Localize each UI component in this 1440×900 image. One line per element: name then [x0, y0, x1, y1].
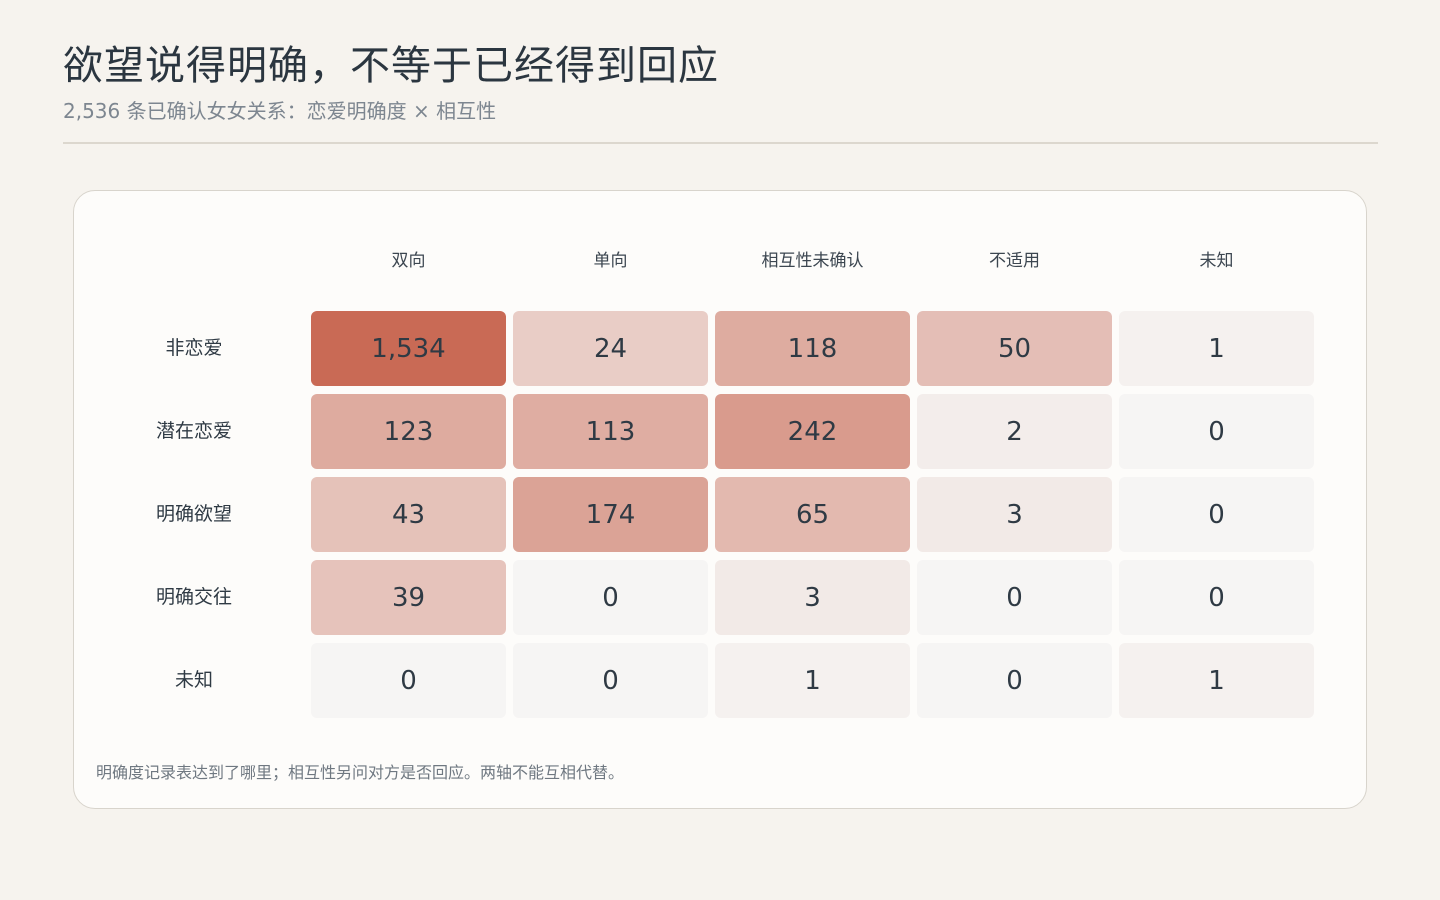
cell-value-label: 43 — [392, 500, 425, 530]
header: 欲望说得明确，不等于已经得到回应 2,536 条已确认女女关系：恋爱明确度 × … — [63, 38, 1378, 126]
column-label: 未知 — [1200, 251, 1234, 271]
cell-value-label: 0 — [1006, 666, 1023, 696]
cell-value-label: 24 — [594, 334, 627, 364]
column-label: 单向 — [594, 251, 628, 271]
header-divider — [63, 142, 1378, 144]
page-subtitle: 2,536 条已确认女女关系：恋爱明确度 × 相互性 — [63, 99, 497, 123]
cell-value-label: 3 — [1006, 500, 1023, 530]
cell-value-label: 174 — [586, 500, 636, 530]
cell-value-label: 65 — [796, 500, 829, 530]
cell-value-label: 113 — [586, 417, 636, 447]
row-label: 潜在恋爱 — [156, 420, 232, 442]
cell-value-label: 1 — [1208, 334, 1225, 364]
row-label: 非恋爱 — [165, 337, 222, 359]
row-label: 未知 — [175, 669, 213, 691]
cell-value-label: 0 — [400, 666, 417, 696]
column-label: 双向 — [392, 251, 426, 271]
cell-value-label: 1 — [1208, 666, 1225, 696]
cell-value-label: 1,534 — [371, 334, 445, 364]
chart-card: 双向 单向 相互性未确认 不适用 未知 非恋爱 1,534 24 118 50 1 潜在恋爱 123 11… — [73, 190, 1367, 809]
cell-value-label: 123 — [384, 417, 434, 447]
heatmap-chart: 双向 单向 相互性未确认 不适用 未知非恋爱 1,534 24 118 50 1潜在恋爱 123 11… — [156, 251, 1314, 718]
cell-value-label: 0 — [1208, 417, 1225, 447]
cell-value-label: 118 — [788, 334, 838, 364]
cell-value-label: 0 — [602, 583, 619, 613]
cell-value-label: 0 — [1006, 583, 1023, 613]
cell-value-label: 39 — [392, 583, 425, 613]
cell-value-label: 0 — [1208, 583, 1225, 613]
cell-value-label: 0 — [1208, 500, 1225, 530]
chart-footnote: 明确度记录表达到了哪里；相互性另问对方是否回应。两轴不能互相代替。 — [96, 763, 625, 782]
row-label: 明确交往 — [156, 586, 232, 608]
cell-value-label: 3 — [804, 583, 821, 613]
cell-value-label: 0 — [602, 666, 619, 696]
page-title: 欲望说得明确，不等于已经得到回应 — [63, 43, 719, 89]
row-label: 明确欲望 — [156, 503, 232, 525]
cell-value-label: 2 — [1006, 417, 1023, 447]
cell-value-label: 50 — [998, 334, 1031, 364]
cell-value-label: 1 — [804, 666, 821, 696]
column-label: 不适用 — [989, 251, 1040, 271]
cell-value-label: 242 — [788, 417, 838, 447]
column-label: 相互性未确认 — [762, 251, 864, 271]
